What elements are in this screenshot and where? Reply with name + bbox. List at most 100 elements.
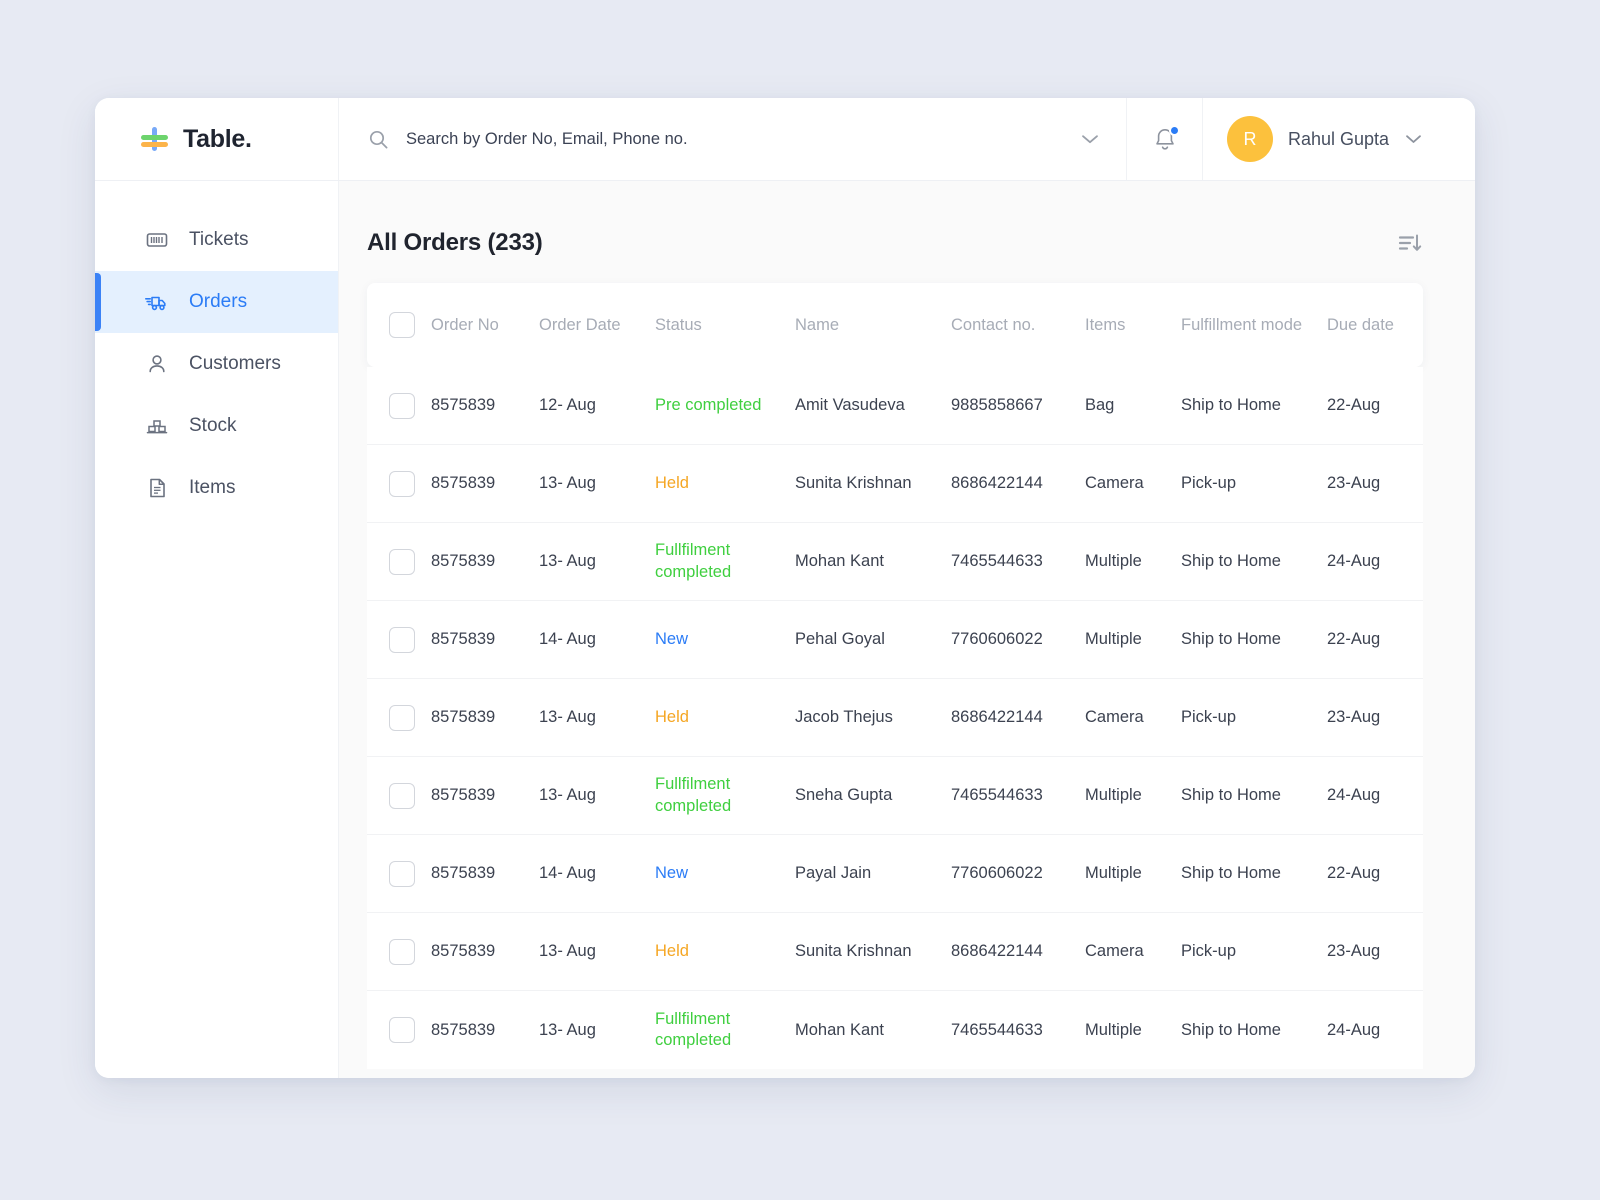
cell-status: Fullfilment completed xyxy=(655,1009,732,1049)
table-row[interactable]: 8575839 13- Aug Held Jacob Thejus 8686422144… xyxy=(367,679,1423,757)
sidebar-item-label: Orders xyxy=(189,291,248,312)
select-all-checkbox[interactable] xyxy=(389,312,415,338)
cell-name: Jacob Thejus xyxy=(795,708,893,726)
cell-fulfillment-mode: Ship to Home xyxy=(1181,630,1281,648)
chevron-down-icon[interactable] xyxy=(1080,133,1100,145)
table-row[interactable]: 8575839 13- Aug Fullfilment completed Mohan… xyxy=(367,523,1423,601)
cell-fulfillment-mode: Pick-up xyxy=(1181,474,1237,492)
row-select-cell xyxy=(367,548,431,575)
cell-items: Camera xyxy=(1085,942,1144,960)
column-header-status[interactable]: Status xyxy=(655,316,795,335)
row-checkbox[interactable] xyxy=(389,1017,415,1043)
table-row[interactable]: 8575839 13- Aug Fullfilment completed Mohan… xyxy=(367,991,1423,1069)
cell-contact-no: 9885858667 xyxy=(951,396,1043,414)
cell-contact-no: 8686422144 xyxy=(951,942,1043,960)
sidebar-item-items[interactable]: Items xyxy=(95,457,338,519)
cell-fulfillment-mode: Ship to Home xyxy=(1181,1020,1281,1039)
cell-status: New xyxy=(655,629,689,648)
document-icon xyxy=(144,476,169,501)
search-input[interactable] xyxy=(406,129,1062,149)
table-row[interactable]: 8575839 14- Aug New Pehal Goyal 7760606022 Mu… xyxy=(367,601,1423,679)
cell-name: Payal Jain xyxy=(795,864,872,882)
cell-fulfillment-mode: Pick-up xyxy=(1181,942,1237,960)
cell-status: Held xyxy=(655,707,689,726)
column-header-due-date[interactable]: Due date xyxy=(1327,316,1427,335)
table-row[interactable]: 8575839 13- Aug Fullfilment completed Sneha… xyxy=(367,757,1423,835)
cell-status: Pre completed xyxy=(655,395,762,414)
cell-items: Camera xyxy=(1085,474,1144,492)
cell-contact-no: 7760606022 xyxy=(951,864,1043,882)
row-checkbox[interactable] xyxy=(389,704,415,731)
table-logo-icon xyxy=(139,124,169,154)
table-row[interactable]: 8575839 12- Aug Pre completed Amit Vasudeva… xyxy=(367,367,1423,445)
sidebar-item-customers[interactable]: Customers xyxy=(95,333,338,395)
cell-order-no: 8575839 xyxy=(431,786,496,804)
row-checkbox[interactable] xyxy=(389,548,415,575)
cell-status: Fullfilment completed xyxy=(655,541,732,581)
sidebar-item-label: Stock xyxy=(189,415,237,436)
cell-due-date: 23-Aug xyxy=(1327,708,1381,726)
row-checkbox[interactable] xyxy=(389,392,415,419)
cell-contact-no: 8686422144 xyxy=(951,708,1043,726)
cell-fulfillment-mode: Pick-up xyxy=(1181,708,1237,726)
notifications-button[interactable] xyxy=(1127,98,1203,180)
row-select-cell xyxy=(367,860,431,887)
cell-contact-no: 7465544633 xyxy=(951,1020,1043,1039)
sidebar-item-orders[interactable]: Orders xyxy=(95,271,338,333)
page-title: All Orders (233) xyxy=(367,229,543,256)
sort-descending-icon[interactable] xyxy=(1395,229,1423,257)
row-select-cell xyxy=(367,626,431,653)
row-select-cell xyxy=(367,704,431,731)
notification-badge-dot xyxy=(1168,125,1180,136)
app-body: Tickets Orders Customers Stock Items All… xyxy=(95,181,1475,1078)
cell-name: Sneha Gupta xyxy=(795,786,893,804)
sidebar-item-stock[interactable]: Stock xyxy=(95,395,338,457)
person-icon xyxy=(144,352,169,377)
select-all-cell xyxy=(367,312,431,338)
search-bar[interactable] xyxy=(339,98,1127,180)
cell-status: New xyxy=(655,863,689,882)
row-checkbox[interactable] xyxy=(389,626,415,653)
row-checkbox[interactable] xyxy=(389,938,415,965)
row-select-cell xyxy=(367,470,431,497)
cell-order-no: 8575839 xyxy=(431,396,496,414)
row-checkbox[interactable] xyxy=(389,782,415,809)
bell-icon xyxy=(1153,125,1180,152)
cell-order-no: 8575839 xyxy=(431,708,496,726)
app-window: Table. Search by Order No, Email, Phone … xyxy=(95,98,1475,1078)
chevron-down-icon[interactable] xyxy=(1404,133,1423,145)
cell-due-date: 24-Aug xyxy=(1327,1020,1381,1039)
cell-name: Amit Vasudeva xyxy=(795,396,905,414)
table-row[interactable]: 8575839 13- Aug Held Sunita Krishnan 8686422… xyxy=(367,913,1423,991)
cell-items: Bag xyxy=(1085,396,1115,414)
cell-order-date: 14- Aug xyxy=(539,864,596,882)
column-header-fulfillment[interactable]: Fulfillment mode xyxy=(1181,316,1327,335)
brand-logo[interactable]: Table. xyxy=(95,98,339,180)
row-select-cell xyxy=(367,1017,431,1043)
column-header-items[interactable]: Items xyxy=(1085,316,1181,335)
cell-name: Mohan Kant xyxy=(795,1020,884,1039)
cell-items: Multiple xyxy=(1085,1020,1142,1039)
column-header-name[interactable]: Name xyxy=(795,316,951,335)
row-checkbox[interactable] xyxy=(389,860,415,887)
column-header-order-no[interactable]: Order No xyxy=(431,316,539,335)
column-header-order-date[interactable]: Order Date xyxy=(539,316,655,335)
sidebar-item-label: Items xyxy=(189,477,236,498)
table-row[interactable]: 8575839 13- Aug Held Sunita Krishnan 8686422… xyxy=(367,445,1423,523)
cell-order-no: 8575839 xyxy=(431,552,496,570)
cell-due-date: 22-Aug xyxy=(1327,630,1381,648)
column-header-contact-no[interactable]: Contact no. xyxy=(951,316,1085,335)
sidebar-item-label: Customers xyxy=(189,353,281,374)
row-checkbox[interactable] xyxy=(389,470,415,497)
cell-fulfillment-mode: Ship to Home xyxy=(1181,552,1281,570)
cell-order-date: 13- Aug xyxy=(539,786,596,804)
cell-contact-no: 7465544633 xyxy=(951,552,1043,570)
boxes-icon xyxy=(144,414,169,439)
cell-status: Fullfilment completed xyxy=(655,775,732,815)
cell-fulfillment-mode: Ship to Home xyxy=(1181,396,1281,414)
sidebar-item-label: Tickets xyxy=(189,229,249,250)
profile-menu[interactable]: R Rahul Gupta xyxy=(1203,98,1475,180)
table-row[interactable]: 8575839 14- Aug New Payal Jain 7760606022 Mul… xyxy=(367,835,1423,913)
sidebar-item-tickets[interactable]: Tickets xyxy=(95,209,338,271)
brand-name: Table. xyxy=(183,124,252,153)
